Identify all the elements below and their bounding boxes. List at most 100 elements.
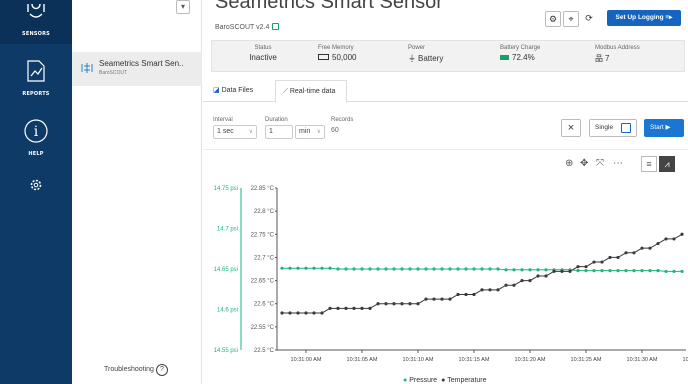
- rail-label: REPORTS: [22, 91, 50, 97]
- temperature-point: [496, 288, 500, 292]
- temperature-point: [376, 302, 380, 306]
- pressure-point: [400, 267, 404, 271]
- pressure-point: [512, 268, 516, 272]
- rail-item-help[interactable]: i HELP: [0, 118, 72, 157]
- device-model: BaroSCOUT: [99, 70, 128, 76]
- pressure-point: [496, 267, 500, 271]
- temperature-point: [384, 302, 388, 306]
- temperature-point: [544, 274, 548, 278]
- pressure-point: [320, 266, 324, 270]
- pressure-point: [280, 266, 284, 270]
- temperature-point: [288, 311, 292, 315]
- pressure-point: [584, 269, 588, 273]
- rail-item-settings[interactable]: [0, 178, 72, 197]
- temperature-tick-label: 22.85 °C: [251, 186, 275, 192]
- collapse-panel-button[interactable]: ▾: [176, 0, 190, 14]
- temperature-point: [344, 306, 348, 310]
- temperature-point: [480, 288, 484, 292]
- pressure-point: [432, 267, 436, 271]
- time-axis: 10:31:00 AM 10:31:05 AM 10:31:10 AM 10:31:1…: [277, 349, 688, 363]
- rail-item-reports[interactable]: REPORTS: [0, 58, 72, 97]
- legend-pressure: Pressure: [409, 377, 438, 384]
- chart-series: [280, 232, 684, 315]
- time-tick-label: 10:31:15 AM: [459, 357, 490, 363]
- pressure-tick-label: 14.7 psi: [217, 227, 238, 233]
- temperature-point: [360, 306, 364, 310]
- device-list-item[interactable]: Seametrics Smart Sen.. BaroSCOUT: [72, 52, 202, 86]
- pressure-point: [304, 266, 308, 270]
- pressure-point: [456, 267, 460, 271]
- time-tick-label: 10:31:25 AM: [571, 357, 602, 363]
- legend-temperature: Temperature: [447, 377, 487, 384]
- temperature-point: [632, 251, 636, 255]
- temperature-point: [616, 255, 620, 260]
- temperature-point: [512, 283, 516, 287]
- pressure-point: [680, 269, 684, 274]
- temperature-point: [368, 306, 372, 310]
- pressure-point: [296, 266, 300, 270]
- pressure-point: [440, 267, 444, 271]
- temperature-point: [560, 269, 564, 273]
- temperature-point: [584, 265, 588, 269]
- pressure-point: [360, 267, 364, 271]
- help-circle-icon[interactable]: ?: [156, 364, 168, 376]
- pressure-point: [648, 269, 652, 273]
- temperature-point: [352, 306, 356, 310]
- temperature-tick-label: 22.7 °C: [254, 255, 275, 261]
- temperature-point: [400, 302, 404, 306]
- temperature-point: [416, 302, 420, 306]
- temperature-point: [504, 283, 508, 287]
- pressure-point: [408, 267, 412, 271]
- temperature-tick-label: 22.6 °C: [254, 302, 275, 308]
- sensor-device-icon: [81, 63, 93, 73]
- temperature-point: [600, 260, 604, 264]
- main-panel: Seametrics Smart Sensor BaroSCOUT v2.4 ⚙…: [203, 0, 688, 384]
- temperature-point: [464, 292, 468, 297]
- info-icon: i: [24, 119, 48, 143]
- temperature-point: [432, 297, 436, 301]
- pressure-tick-label: 14.75 psi: [214, 186, 238, 192]
- temperature-point: [424, 297, 428, 301]
- rail-label: HELP: [28, 151, 44, 157]
- nav-rail: SENSORS REPORTS i HELP: [0, 0, 72, 384]
- rail-label: SENSORS: [22, 31, 50, 37]
- temperature-point: [664, 237, 668, 241]
- pressure-legend-marker: ●: [403, 377, 408, 384]
- pressure-point: [504, 268, 508, 272]
- temperature-point: [528, 278, 532, 283]
- pressure-point: [672, 269, 676, 274]
- pressure-point: [392, 267, 396, 271]
- temperature-tick-label: 22.75 °C: [251, 232, 275, 238]
- time-tick-label: 10:31:30 AM: [627, 357, 658, 363]
- device-name: Seametrics Smart Sen..: [99, 59, 184, 68]
- pressure-point: [424, 267, 428, 271]
- time-tick-label: 10:31:10 AM: [403, 357, 434, 363]
- rail-item-sensors[interactable]: SENSORS: [0, 0, 72, 44]
- realtime-chart: 14.75 psi 14.7 psi 14.65 psi 14.6 psi 14.55 …: [214, 186, 688, 363]
- pressure-point: [376, 267, 380, 271]
- temperature-tick-label: 22.55 °C: [251, 325, 275, 331]
- pressure-tick-label: 14.55 psi: [214, 348, 238, 354]
- pressure-point: [536, 268, 540, 272]
- temperature-tick-label: 22.65 °C: [251, 279, 275, 285]
- pressure-point: [312, 266, 316, 270]
- temperature-point: [472, 292, 476, 297]
- pressure-point: [656, 269, 660, 273]
- pressure-tick-label: 14.6 psi: [217, 308, 238, 314]
- app-window: SENSORS REPORTS i HELP ▾ Seametrics Smar…: [0, 0, 688, 384]
- pressure-point: [368, 267, 372, 271]
- pressure-point: [488, 267, 492, 271]
- temperature-point: [312, 311, 316, 315]
- pressure-point: [544, 268, 548, 272]
- temperature-point: [536, 274, 540, 278]
- time-tick-label: 10:31:05 AM: [347, 357, 378, 363]
- temperature-line: [282, 233, 683, 314]
- temperature-axis: 22.85 °C 22.8 °C 22.75 °C 22.7 °C 22.65 °C 22…: [251, 186, 278, 354]
- troubleshooting-link[interactable]: Troubleshooting: [104, 366, 154, 373]
- sensors-icon: [27, 3, 45, 18]
- pressure-point: [592, 269, 596, 273]
- pressure-point: [632, 269, 636, 273]
- pressure-point: [448, 267, 452, 271]
- temperature-tick-label: 22.8 °C: [254, 209, 275, 215]
- temperature-point: [552, 269, 556, 273]
